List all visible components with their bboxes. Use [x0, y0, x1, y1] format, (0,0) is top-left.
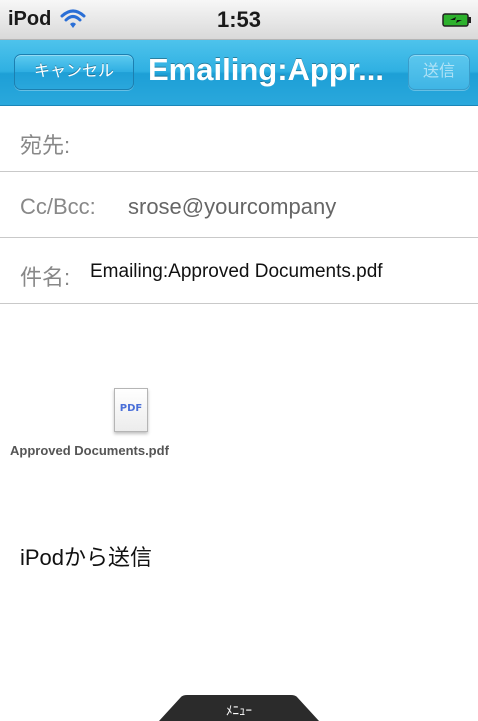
menu-tab-label: ﾒﾆｭｰ — [226, 703, 252, 718]
subject-value[interactable]: Emailing:Approved Documents.pdf — [90, 261, 383, 283]
mail-compose-screen: iPod 1:53 キャンセル Emailing:Appr... 送信 宛先: … — [0, 0, 478, 721]
page-title: Emailing:Appr... — [148, 52, 384, 87]
message-body-signature[interactable]: iPodから送信 — [20, 540, 152, 572]
subject-field[interactable]: 件名: Emailing:Approved Documents.pdf — [0, 238, 478, 304]
to-label: 宛先: — [20, 133, 71, 158]
cancel-button[interactable]: キャンセル — [14, 54, 134, 90]
send-button[interactable]: 送信 — [408, 54, 470, 90]
menu-tab[interactable]: ﾒﾆｭｰ — [159, 695, 319, 721]
cc-bcc-label: Cc/Bcc: — [20, 194, 96, 219]
navigation-bar: キャンセル Emailing:Appr... 送信 — [0, 40, 478, 106]
cc-bcc-value[interactable]: srose@yourcompany — [128, 194, 336, 220]
cc-bcc-field[interactable]: Cc/Bcc: srose@yourcompany — [0, 172, 478, 238]
status-time: 1:53 — [216, 7, 262, 32]
pdf-icon-text: PDF — [119, 403, 143, 414]
to-field[interactable]: 宛先: — [0, 106, 478, 172]
attachment-name: Approved Documents.pdf — [10, 443, 169, 458]
status-bar: iPod 1:53 — [0, 0, 478, 40]
subject-label: 件名: — [20, 265, 71, 290]
attachment[interactable]: PDF Approved Documents.pdf — [10, 388, 290, 468]
pdf-file-icon[interactable]: PDF — [114, 388, 148, 432]
battery-charging-icon — [442, 12, 472, 28]
